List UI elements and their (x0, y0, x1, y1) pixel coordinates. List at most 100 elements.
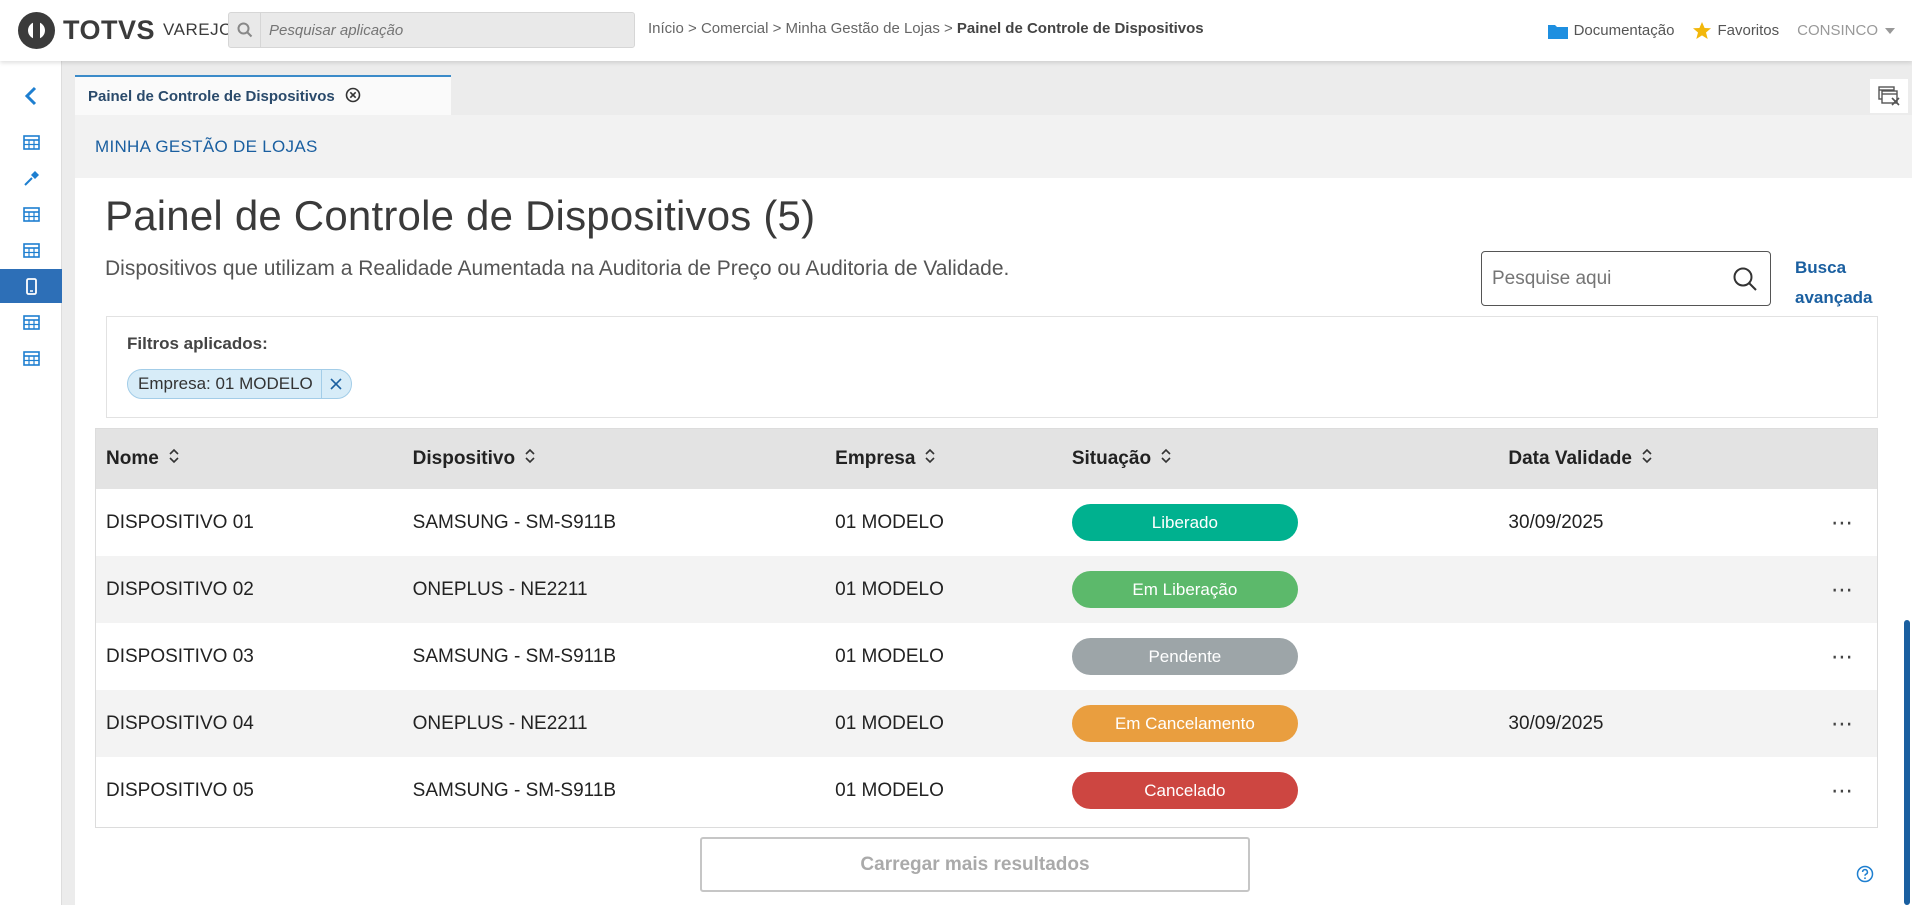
cell-nome: DISPOSITIVO 01 (106, 511, 254, 533)
cell-empresa: 01 MODELO (835, 578, 944, 600)
devices-table: Nome Dispositivo Empresa Situação Data V… (95, 428, 1878, 828)
mobile-icon (25, 277, 37, 295)
main-content: MINHA GESTÃO DE LOJAS Painel de Controle… (75, 115, 1912, 905)
column-header-data-validade[interactable]: Data Validade (1498, 429, 1798, 489)
table-row[interactable]: DISPOSITIVO 03 SAMSUNG - SM-S911B 01 MODEL… (96, 623, 1877, 690)
more-options-icon[interactable]: ⋯ (1831, 644, 1855, 669)
app-search[interactable] (228, 12, 635, 48)
sort-icon[interactable] (925, 448, 935, 470)
pin-icon (23, 170, 39, 186)
column-header-nome[interactable]: Nome (96, 429, 403, 489)
logo-product: VAREJO (163, 20, 233, 39)
cell-dispositivo: SAMSUNG - SM-S911B (412, 779, 617, 801)
close-tab-icon[interactable] (345, 87, 361, 107)
page-scrollbar[interactable] (1904, 620, 1910, 905)
table-row[interactable]: DISPOSITIVO 04 ONEPLUS - NE2211 01 MODELO E… (96, 690, 1877, 757)
filter-chip: Empresa: 01 MODELO (127, 369, 352, 399)
page-subtitle: Dispositivos que utilizam a Realidade Au… (105, 257, 1010, 280)
table-icon (22, 242, 40, 258)
tabs-row: Painel de Controle de Dispositivos (62, 61, 1912, 116)
table-row[interactable]: DISPOSITIVO 02 ONEPLUS - NE2211 01 MODELO E… (96, 556, 1877, 623)
column-header-empresa[interactable]: Empresa (825, 429, 1062, 489)
sidebar-item-7[interactable] (0, 341, 62, 375)
cell-dispositivo: ONEPLUS - NE2211 (412, 578, 588, 600)
chevron-left-icon (24, 86, 37, 106)
quick-search[interactable] (1481, 251, 1771, 306)
breadcrumb-path[interactable]: Início > Comercial > Minha Gestão de Loj… (648, 20, 957, 37)
quick-search-input[interactable] (1482, 267, 1722, 290)
top-bar: TOTVS VAREJO Início > Comercial > Minha … (0, 0, 1912, 61)
close-all-tabs-button[interactable] (1870, 79, 1908, 113)
table-icon (22, 134, 40, 150)
filters-label: Filtros aplicados: (127, 334, 268, 353)
cell-data-validade (1498, 757, 1798, 824)
cell-situacao: Liberado (1062, 489, 1499, 556)
status-badge: Cancelado (1071, 772, 1298, 809)
totvs-logo[interactable]: TOTVS VAREJO (18, 11, 233, 49)
sidebar-item-6[interactable] (0, 305, 62, 339)
collapse-sidebar-button[interactable] (0, 79, 62, 113)
table-row[interactable]: DISPOSITIVO 01 SAMSUNG - SM-S911B 01 MODEL… (96, 489, 1877, 556)
column-header-situacao[interactable]: Situação (1062, 429, 1499, 489)
caret-down-icon (1885, 27, 1895, 34)
sort-icon[interactable] (169, 448, 179, 470)
cell-nome: DISPOSITIVO 02 (106, 578, 254, 600)
sidebar-item-4[interactable] (0, 233, 62, 267)
cell-nome: DISPOSITIVO 04 (106, 712, 254, 734)
sort-icon[interactable] (1161, 448, 1171, 470)
cell-dispositivo: ONEPLUS - NE2211 (412, 712, 588, 734)
advanced-search-line1: Busca (1795, 258, 1847, 277)
cell-nome: DISPOSITIVO 03 (106, 645, 254, 667)
sidebar-item-1[interactable] (0, 125, 62, 159)
table-row[interactable]: DISPOSITIVO 05 SAMSUNG - SM-S911B 01 MODEL… (96, 757, 1877, 824)
sort-icon[interactable] (525, 448, 535, 470)
more-options-icon[interactable]: ⋯ (1831, 577, 1855, 602)
filter-chip-label: Empresa: 01 MODELO (138, 374, 313, 393)
search-icon (229, 13, 261, 47)
sort-icon[interactable] (1642, 448, 1652, 470)
favorites-link[interactable]: Favoritos (1692, 21, 1779, 41)
breadcrumb-current: Painel de Controle de Dispositivos (956, 20, 1204, 37)
user-menu[interactable]: CONSINCO (1797, 22, 1896, 39)
load-more-button[interactable]: Carregar mais resultados (700, 837, 1250, 892)
cell-data-validade: 30/09/2025 (1508, 712, 1604, 734)
column-header-dispositivo[interactable]: Dispositivo (403, 429, 826, 489)
cell-situacao: Pendente (1062, 623, 1499, 690)
cell-empresa: 01 MODELO (835, 712, 944, 734)
more-options-icon[interactable]: ⋯ (1831, 711, 1855, 736)
documentation-label: Documentação (1573, 22, 1675, 39)
cell-situacao: Em Liberação (1062, 556, 1499, 623)
breadcrumb: Início > Comercial > Minha Gestão de Loj… (648, 20, 1204, 37)
more-options-icon[interactable]: ⋯ (1831, 778, 1855, 803)
column-header-actions (1798, 429, 1877, 489)
section-header: MINHA GESTÃO DE LOJAS (75, 115, 1912, 178)
applied-filters: Filtros aplicados: Empresa: 01 MODELO (106, 316, 1878, 418)
advanced-search-link[interactable]: Busca avançada (1795, 253, 1873, 313)
cell-empresa: 01 MODELO (835, 779, 944, 801)
more-options-icon[interactable]: ⋯ (1831, 510, 1855, 535)
sidebar-item-devices[interactable] (0, 269, 62, 303)
tab-label: Painel de Controle de Dispositivos (88, 88, 335, 105)
folder-icon (1547, 24, 1568, 39)
totvs-logo-mark (18, 11, 55, 49)
top-right-menu: Documentação Favoritos CONSINCO (1547, 0, 1912, 61)
row-actions-cell: ⋯ (1798, 556, 1877, 623)
help-icon[interactable] (1856, 865, 1874, 888)
sidebar-item-3[interactable] (0, 197, 62, 231)
sidebar-item-2[interactable] (0, 161, 62, 195)
close-icon (330, 378, 342, 390)
cell-data-validade: 30/09/2025 (1508, 511, 1604, 533)
documentation-link[interactable]: Documentação (1547, 22, 1675, 40)
app-search-input[interactable] (261, 21, 621, 39)
favorites-label: Favoritos (1717, 22, 1780, 39)
page-title: Painel de Controle de Dispositivos (5) (105, 192, 816, 239)
close-windows-icon (1878, 86, 1900, 106)
cell-empresa: 01 MODELO (835, 645, 944, 667)
row-actions-cell: ⋯ (1798, 489, 1877, 556)
remove-filter-button[interactable] (320, 370, 351, 398)
row-actions-cell: ⋯ (1798, 623, 1877, 690)
table-icon (22, 206, 40, 222)
tab-painel-dispositivos[interactable]: Painel de Controle de Dispositivos (75, 75, 451, 116)
search-icon[interactable] (1732, 266, 1758, 297)
table-icon (22, 350, 40, 366)
